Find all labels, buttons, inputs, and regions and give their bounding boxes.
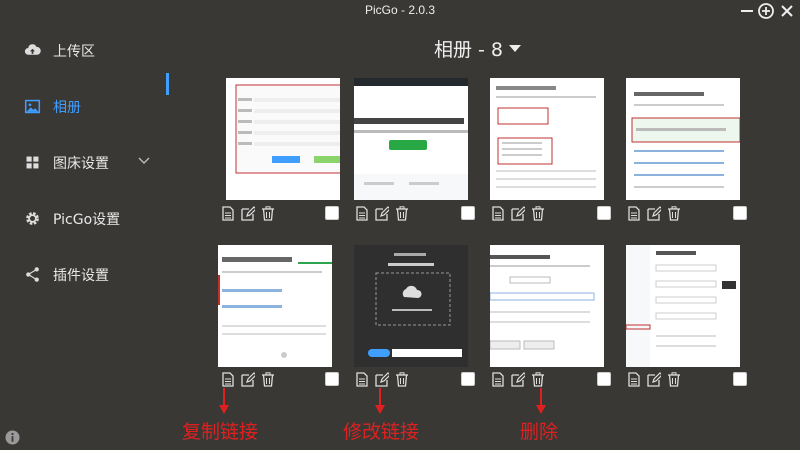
grid-icon bbox=[24, 154, 41, 171]
delete-icon[interactable] bbox=[667, 372, 681, 387]
sidebar-item-label: 插件设置 bbox=[53, 268, 109, 284]
edit-link-icon[interactable] bbox=[647, 372, 663, 387]
sidebar-item-upload[interactable]: 上传区 bbox=[0, 30, 170, 70]
copy-link-icon[interactable] bbox=[221, 206, 235, 221]
copy-link-icon[interactable] bbox=[355, 372, 369, 387]
arrow-down-icon bbox=[375, 388, 385, 414]
sidebar-item-plugin-settings[interactable]: 插件设置 bbox=[0, 254, 170, 294]
select-checkbox[interactable] bbox=[733, 206, 747, 220]
gallery-image[interactable] bbox=[490, 245, 604, 367]
edit-link-icon[interactable] bbox=[511, 206, 527, 221]
delete-icon[interactable] bbox=[261, 372, 275, 387]
gallery-title-text: 相册 - 8 bbox=[434, 39, 504, 61]
arrow-down-icon bbox=[219, 388, 229, 414]
delete-icon[interactable] bbox=[395, 206, 409, 221]
annotation-copy-link: 复制链接 bbox=[182, 421, 259, 443]
maximize-button[interactable] bbox=[757, 2, 775, 20]
select-checkbox[interactable] bbox=[325, 206, 339, 220]
sidebar-item-label: 上传区 bbox=[53, 44, 95, 60]
gallery-image[interactable] bbox=[354, 78, 468, 200]
edit-link-icon[interactable] bbox=[647, 206, 663, 221]
gallery-image[interactable] bbox=[354, 245, 468, 367]
delete-icon[interactable] bbox=[261, 206, 275, 221]
info-icon[interactable] bbox=[5, 430, 20, 445]
edit-link-icon[interactable] bbox=[375, 372, 391, 387]
close-button[interactable] bbox=[778, 2, 796, 20]
copy-link-icon[interactable] bbox=[355, 206, 369, 221]
cloud-upload-icon bbox=[24, 42, 41, 59]
copy-link-icon[interactable] bbox=[627, 372, 641, 387]
arrow-down-icon bbox=[536, 388, 546, 414]
edit-link-icon[interactable] bbox=[241, 372, 257, 387]
select-checkbox[interactable] bbox=[461, 206, 475, 220]
copy-link-icon[interactable] bbox=[491, 372, 505, 387]
gallery-image[interactable] bbox=[626, 245, 740, 367]
delete-icon[interactable] bbox=[395, 372, 409, 387]
gallery-image[interactable] bbox=[490, 78, 604, 200]
gallery-image[interactable] bbox=[226, 78, 340, 200]
edit-link-icon[interactable] bbox=[375, 206, 391, 221]
copy-link-icon[interactable] bbox=[221, 372, 235, 387]
gallery-image[interactable] bbox=[218, 245, 332, 367]
annotation-delete: 删除 bbox=[520, 421, 559, 443]
sidebar-item-label: PicGo设置 bbox=[53, 212, 121, 228]
sidebar: 上传区 相册 图床设置 PicGo设置 插件设置 bbox=[0, 22, 170, 450]
select-checkbox[interactable] bbox=[597, 372, 611, 386]
select-checkbox[interactable] bbox=[325, 372, 339, 386]
copy-link-icon[interactable] bbox=[627, 206, 641, 221]
delete-icon[interactable] bbox=[531, 206, 545, 221]
gallery-title[interactable]: 相册 - 8 bbox=[434, 35, 522, 62]
title-bar: PicGo - 2.0.3 bbox=[0, 0, 800, 22]
gallery-image[interactable] bbox=[626, 78, 740, 200]
sidebar-item-gallery[interactable]: 相册 bbox=[0, 86, 170, 126]
share-icon bbox=[24, 266, 41, 283]
delete-icon[interactable] bbox=[531, 372, 545, 387]
gear-icon bbox=[24, 210, 41, 227]
active-indicator bbox=[166, 73, 169, 95]
annotation-edit-link: 修改链接 bbox=[343, 421, 420, 443]
sidebar-item-picbed-settings[interactable]: 图床设置 bbox=[0, 142, 170, 182]
caret-down-icon bbox=[509, 45, 522, 52]
select-checkbox[interactable] bbox=[733, 372, 747, 386]
minimize-button[interactable] bbox=[738, 2, 756, 20]
select-checkbox[interactable] bbox=[597, 206, 611, 220]
chevron-down-icon bbox=[137, 152, 151, 166]
select-checkbox[interactable] bbox=[461, 372, 475, 386]
copy-link-icon[interactable] bbox=[491, 206, 505, 221]
sidebar-item-label: 图床设置 bbox=[53, 156, 109, 172]
sidebar-item-picgo-settings[interactable]: PicGo设置 bbox=[0, 198, 170, 238]
delete-icon[interactable] bbox=[667, 206, 681, 221]
sidebar-item-label: 相册 bbox=[53, 100, 81, 116]
window-title: PicGo - 2.0.3 bbox=[364, 3, 436, 17]
edit-link-icon[interactable] bbox=[241, 206, 257, 221]
image-icon bbox=[24, 98, 41, 115]
edit-link-icon[interactable] bbox=[511, 372, 527, 387]
